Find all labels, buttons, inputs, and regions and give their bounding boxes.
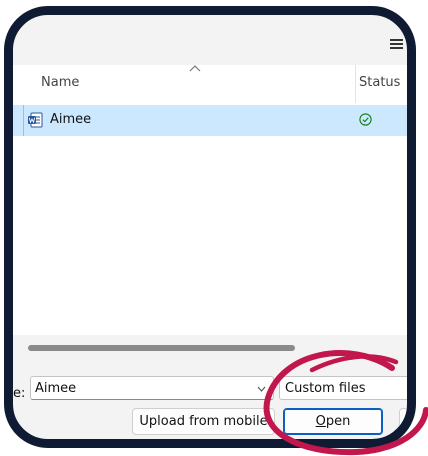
scrollbar-thumb[interactable] (28, 345, 295, 351)
file-name-label: e: (13, 386, 26, 401)
column-header-name[interactable]: Name (41, 75, 79, 90)
chevron-down-icon[interactable] (257, 386, 266, 392)
file-type-select[interactable]: Custom files (279, 376, 407, 400)
file-name-input[interactable]: Aimee (30, 376, 274, 400)
file-name: Aimee (50, 112, 92, 127)
file-type-value: Custom files (285, 381, 366, 396)
file-list[interactable]: Name Status Aimee (13, 65, 407, 353)
column-divider[interactable] (355, 65, 356, 103)
file-row-aimee[interactable]: Aimee (13, 105, 407, 136)
view-menu-icon[interactable] (390, 39, 403, 49)
rounded-frame: Name Status Aimee e: Aimee Custom files … (4, 6, 416, 448)
open-button[interactable]: Open (283, 408, 383, 435)
sort-ascending-icon (189, 65, 201, 72)
column-header-row: Name Status (13, 65, 407, 103)
file-name-value: Aimee (35, 381, 77, 396)
cancel-button[interactable] (399, 408, 407, 435)
file-open-dialog: Name Status Aimee e: Aimee Custom files … (13, 15, 407, 439)
upload-from-mobile-button[interactable]: Upload from mobile (132, 408, 275, 435)
synced-check-icon (359, 113, 372, 126)
word-document-icon (28, 112, 43, 128)
selection-edge (23, 105, 24, 136)
open-label: pen (325, 414, 351, 429)
open-mnemonic: O (315, 414, 326, 429)
column-header-status[interactable]: Status (359, 75, 400, 90)
